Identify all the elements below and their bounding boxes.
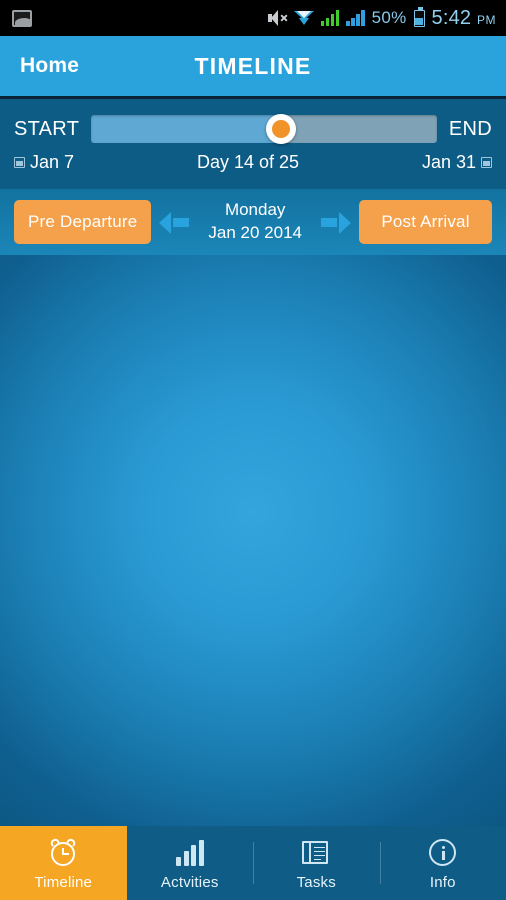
signal-bars-icon-2 xyxy=(346,10,365,26)
end-date-label: Jan 31 xyxy=(421,152,476,172)
wifi-icon xyxy=(293,10,314,27)
start-date-label: Jan 7 xyxy=(30,152,75,172)
arrow-left-icon[interactable] xyxy=(159,209,190,235)
timeline-content-area xyxy=(0,255,506,826)
clock-time: 5:42 xyxy=(431,6,472,29)
start-date-group[interactable]: Jan 7 xyxy=(14,152,74,173)
nav-item-timeline[interactable]: Timeline xyxy=(0,826,127,900)
bar-chart-icon xyxy=(176,836,204,870)
nav-item-tasks[interactable]: Tasks xyxy=(253,826,380,900)
slider-end-label: END xyxy=(448,117,492,140)
battery-percent-label: 50% xyxy=(371,8,407,27)
app-header: Home TIMELINE xyxy=(0,36,506,99)
nav-label-info: Info xyxy=(429,873,456,891)
end-date-group[interactable]: Jan 31 xyxy=(422,152,492,173)
nav-label-tasks: Tasks xyxy=(296,873,336,891)
status-bar: 50% 5:42 PM xyxy=(0,0,506,36)
app-root: 50% 5:42 PM Home TIMELINE START END Jan … xyxy=(0,0,506,900)
status-bar-left xyxy=(12,9,32,27)
nav-label-timeline: Timeline xyxy=(34,873,93,891)
signal-bars-icon-1 xyxy=(320,10,340,26)
nav-item-info[interactable]: Info xyxy=(379,826,506,900)
status-bar-clock: 5:42 PM xyxy=(432,7,497,30)
post-arrival-button[interactable]: Post Arrival xyxy=(359,200,492,244)
phase-nav-row: Pre Departure Monday Jan 20 2014 Post Ar… xyxy=(0,189,506,255)
current-weekday-label: Monday xyxy=(224,200,286,220)
clock-ampm: PM xyxy=(477,12,496,27)
timeline-slider-thumb[interactable] xyxy=(266,114,297,144)
battery-icon xyxy=(413,7,425,27)
day-count-label: Day 14 of 25 xyxy=(196,152,300,172)
arrow-right-icon[interactable] xyxy=(321,209,352,235)
pre-departure-button[interactable]: Pre Departure xyxy=(14,200,152,244)
documents-icon xyxy=(302,836,330,870)
alarm-clock-icon xyxy=(49,836,78,870)
slider-dates-row: Jan 7 Day 14 of 25 Jan 31 xyxy=(14,152,492,173)
timeline-slider-track[interactable] xyxy=(91,114,437,144)
date-stepper-group: Monday Jan 20 2014 xyxy=(159,199,352,245)
bottom-navigation-bar: Timeline Actvities Tasks Info xyxy=(0,826,506,900)
nav-item-activities[interactable]: Actvities xyxy=(127,826,254,900)
slider-row: START END xyxy=(14,114,492,144)
home-back-button[interactable]: Home xyxy=(20,54,79,78)
calendar-icon-end xyxy=(480,157,492,168)
status-bar-right: 50% 5:42 PM xyxy=(267,7,497,30)
info-circle-icon xyxy=(429,836,457,870)
calendar-icon-start xyxy=(14,157,25,168)
gallery-icon xyxy=(12,9,32,27)
timeline-slider-panel: START END Jan 7 Day 14 of 25 Jan 31 xyxy=(0,99,506,189)
nav-label-activities: Actvities xyxy=(160,873,219,891)
slider-start-label: START xyxy=(14,117,80,140)
volume-mute-icon xyxy=(267,10,288,26)
current-date-block: Monday Jan 20 2014 xyxy=(199,199,311,245)
current-date-label: Jan 20 2014 xyxy=(208,223,302,242)
